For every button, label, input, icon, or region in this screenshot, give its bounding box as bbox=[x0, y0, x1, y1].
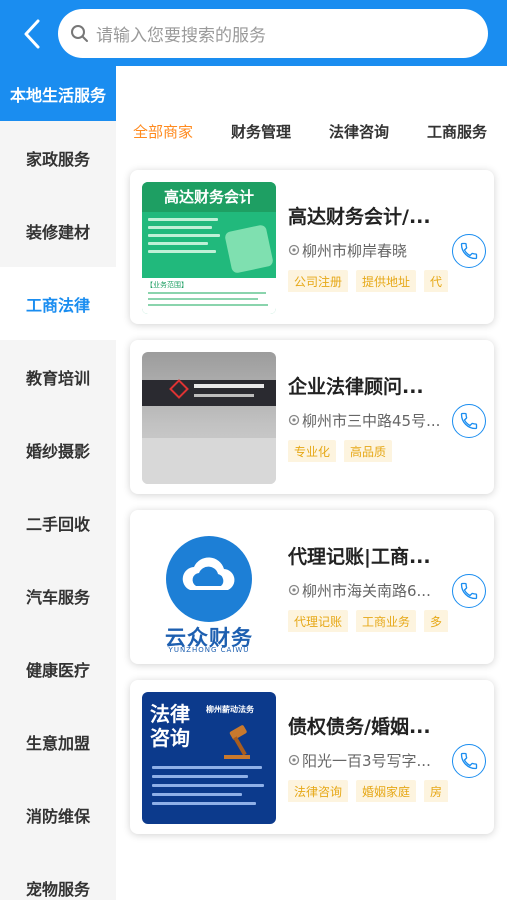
tab-legal-consult[interactable]: 法律咨询 bbox=[329, 121, 389, 142]
brand-circle-logo bbox=[166, 536, 252, 622]
office-floor bbox=[142, 438, 276, 484]
thumb-heading: 法律咨询 bbox=[150, 702, 190, 750]
tag: 多 bbox=[424, 610, 449, 632]
sidebar-item-pet-service[interactable]: 宠物服务 bbox=[0, 851, 116, 900]
cloud-icon bbox=[182, 557, 235, 590]
tag: 工商业务 bbox=[356, 610, 417, 632]
sidebar-item-decoration[interactable]: 装修建材 bbox=[0, 194, 116, 267]
thumb-text-block bbox=[148, 218, 224, 274]
search-bar[interactable]: 请输入您要搜索的服务 bbox=[58, 9, 488, 58]
address-text: 阳光一百3号写字... bbox=[302, 752, 431, 770]
category-sidebar: 本地生活服务 家政服务 装修建材 工商法律 教育培训 婚纱摄影 二手回收 汽车服… bbox=[0, 66, 116, 900]
address-text: 柳州市海关南路6... bbox=[302, 582, 431, 600]
office-sign bbox=[194, 384, 264, 388]
thumb-footer-label: 【业务范围】 bbox=[146, 281, 188, 289]
location-pin-icon bbox=[288, 584, 300, 595]
merchant-address: 阳光一百3号写字... bbox=[288, 750, 458, 771]
tab-finance[interactable]: 财务管理 bbox=[231, 121, 291, 142]
merchant-card[interactable]: 法律咨询 柳州薪动法务 债权债务/婚姻... 阳光一百3号写字... 法律咨询婚… bbox=[130, 680, 494, 834]
chevron-left-icon bbox=[24, 19, 40, 49]
merchant-title: 债权债务/婚姻... bbox=[288, 716, 431, 738]
merchant-title: 企业法律顾问... bbox=[288, 376, 424, 398]
thumb-right-label: 柳州薪动法务 bbox=[206, 705, 254, 714]
merchant-card[interactable]: 云众财务 YUNZHONG CAIWU 代理记账|工商... 柳州市海关南路6.… bbox=[130, 510, 494, 664]
thumb-heading: 高达财务会计 bbox=[142, 182, 276, 212]
call-button[interactable] bbox=[452, 234, 486, 268]
sidebar-item-wedding-photo[interactable]: 婚纱摄影 bbox=[0, 413, 116, 486]
phone-icon bbox=[460, 752, 478, 770]
sidebar-item-health[interactable]: 健康医疗 bbox=[0, 632, 116, 705]
merchant-address: 柳州市三中路45号... bbox=[288, 410, 458, 431]
tag-list: 法律咨询 婚姻家庭房 bbox=[288, 780, 458, 802]
sidebar-item-car-service[interactable]: 汽车服务 bbox=[0, 559, 116, 632]
tag: 婚姻家庭 bbox=[356, 780, 417, 802]
merchant-thumbnail: 云众财务 YUNZHONG CAIWU bbox=[142, 522, 276, 654]
sidebar-item-fire-maintenance[interactable]: 消防维保 bbox=[0, 778, 116, 851]
tag: 房 bbox=[424, 780, 449, 802]
location-pin-icon bbox=[288, 414, 300, 425]
back-button[interactable] bbox=[14, 14, 50, 54]
location-pin-icon bbox=[288, 244, 300, 255]
address-text: 柳州市柳岸春晓 bbox=[302, 242, 408, 260]
tag-list: 公司注册 提供地址代 bbox=[288, 270, 458, 292]
sidebar-item-franchise[interactable]: 生意加盟 bbox=[0, 705, 116, 778]
merchant-thumbnail bbox=[142, 352, 276, 484]
tag-list: 代理记账 工商业务多 bbox=[288, 610, 458, 632]
tab-all-merchants[interactable]: 全部商家 bbox=[133, 121, 193, 142]
location-pin-icon bbox=[288, 754, 300, 765]
filter-tabs: 全部商家 财务管理 法律咨询 工商服务 bbox=[116, 66, 507, 166]
bank-card-graphic bbox=[224, 224, 274, 274]
merchant-card[interactable]: 企业法律顾问... 柳州市三中路45号... 专业化 高品质 bbox=[130, 340, 494, 494]
phone-icon bbox=[460, 242, 478, 260]
merchant-thumbnail: 法律咨询 柳州薪动法务 bbox=[142, 692, 276, 824]
sidebar-item-local-life[interactable]: 本地生活服务 bbox=[0, 66, 116, 121]
tag: 代 bbox=[424, 270, 449, 292]
phone-icon bbox=[460, 582, 478, 600]
tag: 公司注册 bbox=[288, 270, 349, 292]
tab-business-service[interactable]: 工商服务 bbox=[427, 121, 487, 142]
merchant-address: 柳州市柳岸春晓 bbox=[288, 240, 458, 261]
tag: 高品质 bbox=[344, 440, 393, 462]
merchant-address: 柳州市海关南路6... bbox=[288, 580, 458, 601]
sidebar-item-education[interactable]: 教育培训 bbox=[0, 340, 116, 413]
top-bar: 请输入您要搜索的服务 bbox=[0, 0, 507, 66]
tag-list: 专业化 高品质 bbox=[288, 440, 458, 462]
call-button[interactable] bbox=[452, 744, 486, 778]
search-placeholder: 请输入您要搜索的服务 bbox=[96, 26, 266, 46]
thumb-footer: 【业务范围】 bbox=[142, 278, 276, 314]
merchant-list: 高达财务会计 【业务范围】 高达财务会计/... 柳州市柳岸春晓 公司注册 提供地… bbox=[116, 166, 507, 900]
merchant-title: 代理记账|工商... bbox=[288, 546, 431, 568]
call-button[interactable] bbox=[452, 404, 486, 438]
sidebar-item-recycling[interactable]: 二手回收 bbox=[0, 486, 116, 559]
office-sign-sub bbox=[194, 394, 254, 397]
call-button[interactable] bbox=[452, 574, 486, 608]
search-icon bbox=[71, 24, 88, 42]
address-text: 柳州市三中路45号... bbox=[302, 412, 441, 430]
phone-icon bbox=[460, 412, 478, 430]
gavel-icon bbox=[224, 725, 250, 759]
thumb-text-block bbox=[152, 766, 268, 811]
sidebar-item-business-law[interactable]: 工商法律 bbox=[0, 267, 116, 340]
merchant-card[interactable]: 高达财务会计 【业务范围】 高达财务会计/... 柳州市柳岸春晓 公司注册 提供地… bbox=[130, 170, 494, 324]
tag: 提供地址 bbox=[356, 270, 417, 292]
merchant-title: 高达财务会计/... bbox=[288, 206, 431, 228]
brand-subtitle: YUNZHONG CAIWU bbox=[168, 646, 250, 654]
tag: 专业化 bbox=[288, 440, 337, 462]
tag: 代理记账 bbox=[288, 610, 349, 632]
sidebar-item-housekeeping[interactable]: 家政服务 bbox=[0, 121, 116, 194]
merchant-thumbnail: 高达财务会计 【业务范围】 bbox=[142, 182, 276, 314]
tag: 法律咨询 bbox=[288, 780, 349, 802]
